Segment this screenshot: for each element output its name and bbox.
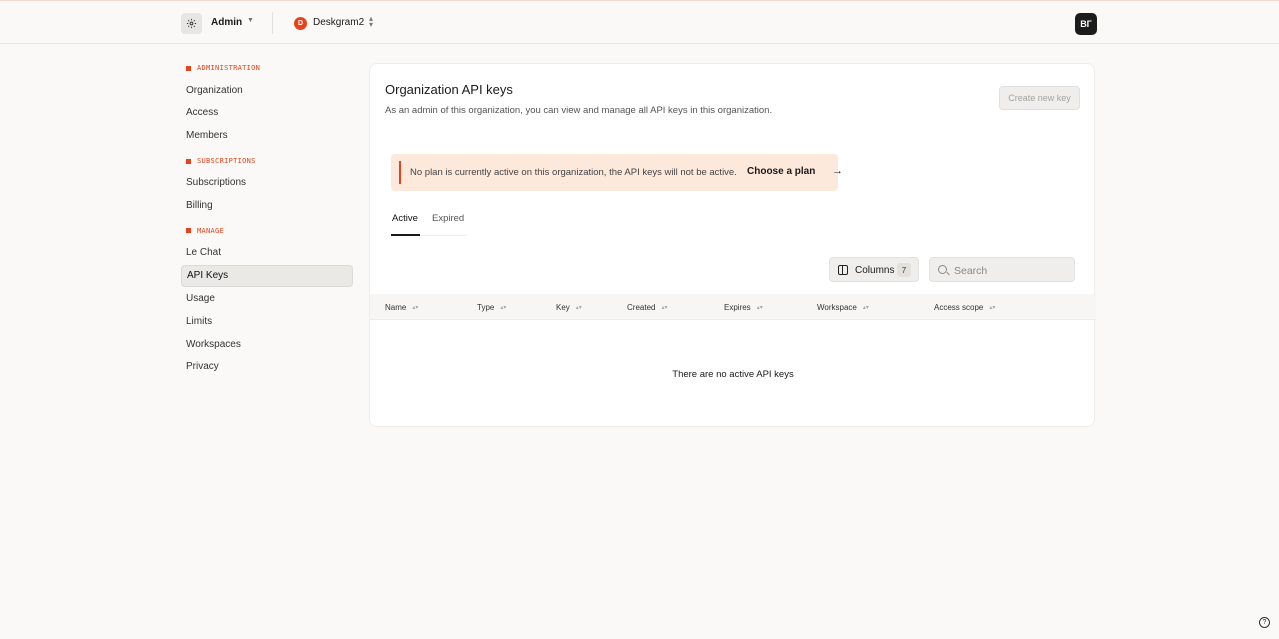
column-header-expires[interactable]: Expires ▴▾ <box>724 303 763 312</box>
arrow-right-icon[interactable]: → <box>832 165 843 177</box>
alert-text: No plan is currently active on this orga… <box>410 167 737 178</box>
no-plan-alert: No plan is currently active on this orga… <box>391 154 843 191</box>
square-bullet-icon <box>186 65 191 71</box>
tab-expired[interactable]: Expired <box>432 213 464 224</box>
sidebar-item-billing[interactable]: Billing <box>181 194 353 216</box>
sort-icon: ▴▾ <box>989 304 996 311</box>
sort-icon: ▴▾ <box>756 304 763 311</box>
user-avatar[interactable]: ВГ <box>1075 13 1097 35</box>
sidebar-item-members[interactable]: Members <box>181 125 353 147</box>
sidebar-section-title: ADMINISTRATION <box>181 60 353 76</box>
search-placeholder: Search <box>954 265 988 277</box>
page-title: Organization API keys <box>385 82 513 97</box>
search-input[interactable]: Search <box>929 257 1075 282</box>
api-keys-card: Organization API keys As an admin of thi… <box>369 63 1096 427</box>
sidebar-item-privacy[interactable]: Privacy <box>181 356 353 378</box>
table-header: Name ▴▾ Type ▴▾ Key ▴▾ Created ▴▾ Expire… <box>370 294 1096 320</box>
sidebar-section-title: SUBSCRIPTIONS <box>181 153 353 169</box>
sidebar-item-api-keys[interactable]: API Keys <box>181 264 353 287</box>
create-new-key-button[interactable]: Create new key <box>999 86 1080 110</box>
org-avatar[interactable]: D <box>294 17 307 30</box>
sidebar-item-organization[interactable]: Organization <box>181 79 353 101</box>
settings-button[interactable] <box>181 13 202 34</box>
page-subtitle: As an admin of this organization, you ca… <box>385 105 773 116</box>
square-bullet-icon <box>186 158 191 164</box>
search-icon <box>938 265 947 274</box>
sidebar-item-workspaces[interactable]: Workspaces <box>181 333 353 355</box>
org-name[interactable]: Deskgram2 <box>313 17 364 28</box>
workspace-label[interactable]: Admin <box>211 17 242 28</box>
column-header-created[interactable]: Created ▴▾ <box>627 303 668 312</box>
column-header-workspace[interactable]: Workspace ▴▾ <box>817 303 869 312</box>
sort-icon: ▴▾ <box>412 304 419 311</box>
column-header-key[interactable]: Key ▴▾ <box>556 303 582 312</box>
alert-accent-bar <box>399 161 401 184</box>
chevron-down-icon[interactable]: ▼ <box>247 17 254 24</box>
tab-active[interactable]: Active <box>392 213 418 224</box>
active-tab-indicator <box>391 234 420 236</box>
column-header-name[interactable]: Name ▴▾ <box>385 303 418 312</box>
sort-icon: ▴▾ <box>500 304 507 311</box>
sidebar-section-administration: ADMINISTRATION Organization Access Membe… <box>181 60 353 147</box>
columns-button[interactable]: Columns 7 <box>829 257 919 282</box>
sidebar-item-le-chat[interactable]: Le Chat <box>181 242 353 264</box>
sidebar-item-usage[interactable]: Usage <box>181 288 353 310</box>
choose-plan-link[interactable]: Choose a plan <box>747 166 815 177</box>
sidebar-section-manage: MANAGE Le Chat API Keys Usage Limits Wor… <box>181 223 353 378</box>
top-bar: Admin ▼ D Deskgram2 ▴ ▾ ВГ <box>0 0 1279 44</box>
sidebar: ADMINISTRATION Organization Access Membe… <box>181 60 353 379</box>
sidebar-item-subscriptions[interactable]: Subscriptions <box>181 171 353 193</box>
sort-icon: ▴▾ <box>575 304 582 311</box>
columns-icon <box>838 265 848 275</box>
sidebar-section-subscriptions: SUBSCRIPTIONS Subscriptions Billing <box>181 153 353 216</box>
gear-icon <box>186 18 197 29</box>
columns-count-badge: 7 <box>897 263 911 277</box>
sidebar-item-limits[interactable]: Limits <box>181 310 353 332</box>
columns-label: Columns <box>855 265 895 276</box>
empty-table-message: There are no active API keys <box>672 369 794 380</box>
status-tabs: Active Expired <box>391 208 466 236</box>
chevron-up-down-icon[interactable]: ▴ ▾ <box>369 15 373 29</box>
divider <box>272 12 273 34</box>
column-header-access-scope[interactable]: Access scope ▴▾ <box>934 303 995 312</box>
column-header-type[interactable]: Type ▴▾ <box>477 303 506 312</box>
sidebar-section-title: MANAGE <box>181 223 353 239</box>
sidebar-item-access[interactable]: Access <box>181 102 353 124</box>
square-bullet-icon <box>186 228 191 234</box>
sort-icon: ▴▾ <box>661 304 668 311</box>
help-icon[interactable]: ? <box>1259 617 1270 628</box>
sort-icon: ▴▾ <box>862 304 869 311</box>
